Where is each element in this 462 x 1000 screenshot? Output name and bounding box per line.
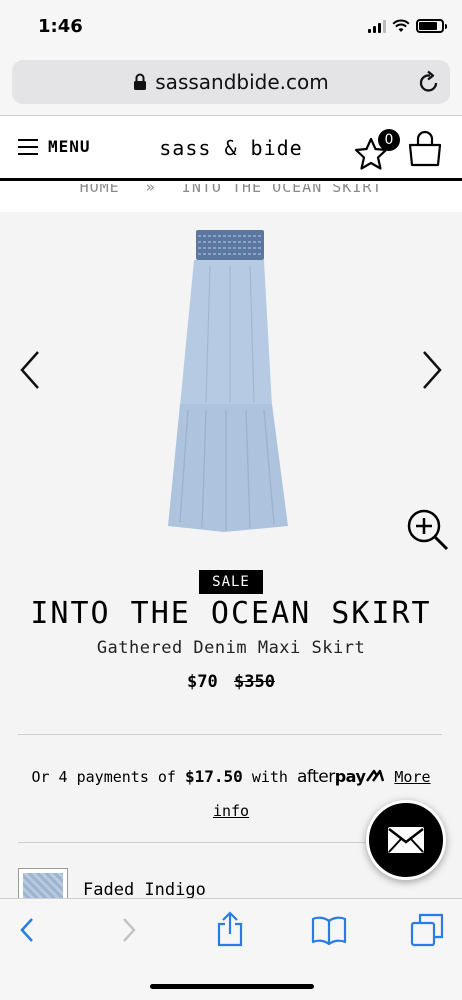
breadcrumb-separator: » xyxy=(145,184,156,196)
afterpay-logo-bold: pay xyxy=(334,767,366,786)
product-gallery xyxy=(0,212,462,562)
wishlist-button[interactable]: 0 xyxy=(354,129,400,171)
wifi-icon xyxy=(392,19,410,32)
signal-icon xyxy=(368,19,386,33)
zoom-in-icon[interactable] xyxy=(406,508,450,552)
product-subtitle: Gathered Denim Maxi Skirt xyxy=(96,638,366,658)
envelope-icon xyxy=(388,827,424,853)
site-header: MENU sass & bide 0 xyxy=(0,117,462,181)
breadcrumb: HOME » INTO THE OCEAN SKIRT xyxy=(0,184,462,212)
shopping-bag-icon[interactable] xyxy=(408,131,442,167)
status-icons xyxy=(368,19,447,33)
bookmarks-icon[interactable] xyxy=(311,915,347,945)
product-image xyxy=(168,230,288,532)
home-indicator xyxy=(150,984,314,989)
url-text: sassandbide.com xyxy=(155,70,329,94)
sale-badge: SALE xyxy=(199,570,263,594)
back-icon[interactable] xyxy=(16,915,38,945)
reload-icon[interactable] xyxy=(418,70,440,94)
battery-icon xyxy=(416,19,447,33)
product-info: SALE INTO THE OCEAN SKIRT Gathered Denim… xyxy=(0,562,462,908)
wishlist-count-badge: 0 xyxy=(378,129,400,151)
price-current: $70 xyxy=(187,672,218,692)
tabs-icon[interactable] xyxy=(410,913,444,947)
chat-button[interactable] xyxy=(366,800,446,880)
afterpay-arrows-icon xyxy=(366,769,385,782)
afterpay-logo: afterpay xyxy=(297,767,385,787)
lock-icon xyxy=(134,73,147,90)
chevron-right-icon[interactable] xyxy=(420,350,444,390)
browser-toolbar xyxy=(0,898,462,1000)
address-bar[interactable]: sassandbide.com xyxy=(12,60,450,104)
status-time: 1:46 xyxy=(38,16,83,37)
afterpay-prefix: Or 4 payments of xyxy=(31,768,176,786)
forward-icon[interactable] xyxy=(118,915,140,945)
divider xyxy=(18,734,442,735)
breadcrumb-home[interactable]: HOME xyxy=(80,184,120,196)
browser-address-area: sassandbide.com xyxy=(0,56,462,116)
afterpay-amount: $17.50 xyxy=(184,767,243,786)
chevron-left-icon[interactable] xyxy=(18,350,42,390)
breadcrumb-current: INTO THE OCEAN SKIRT xyxy=(181,184,383,196)
price-original: $350 xyxy=(234,672,275,692)
menu-label: MENU xyxy=(48,137,91,156)
share-icon[interactable] xyxy=(216,911,244,947)
product-title: INTO THE OCEAN SKIRT xyxy=(30,596,432,631)
afterpay-logo-light: after xyxy=(296,767,335,787)
color-name: Faded Indigo xyxy=(83,880,206,900)
status-bar: 1:46 xyxy=(0,0,462,56)
menu-button[interactable]: MENU xyxy=(18,137,91,156)
hamburger-icon xyxy=(18,138,38,155)
product-prices: $70 $350 xyxy=(0,672,462,692)
afterpay-with: with xyxy=(251,768,288,786)
